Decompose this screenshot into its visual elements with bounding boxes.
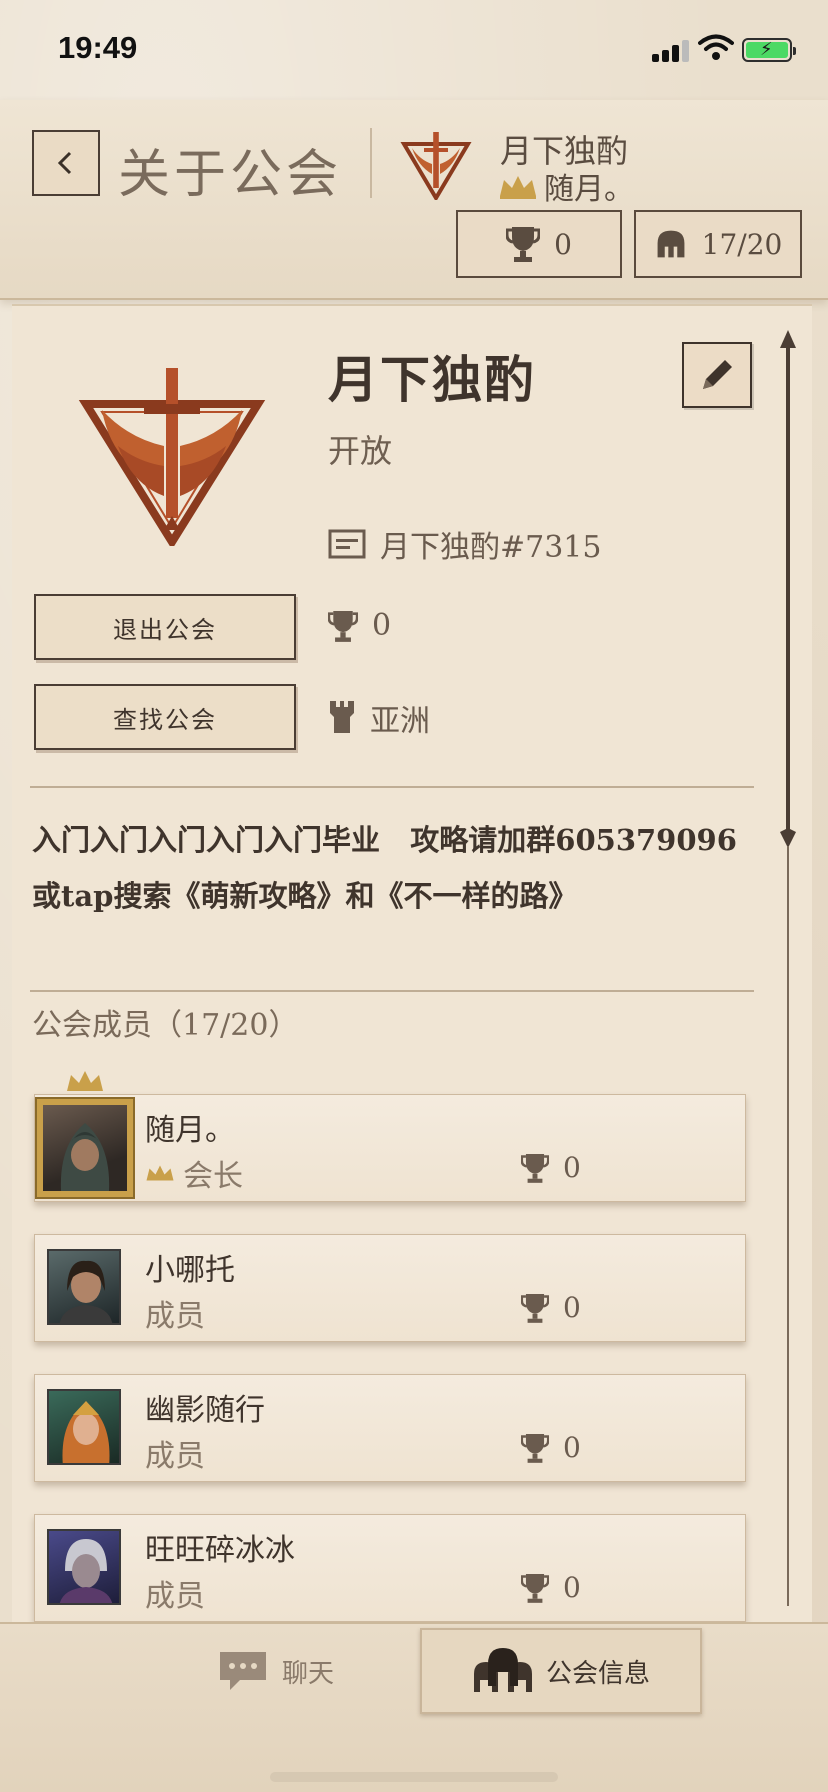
edit-guild-button[interactable] bbox=[682, 342, 752, 408]
cellular-signal-icon bbox=[652, 40, 692, 62]
wifi-icon bbox=[698, 34, 734, 60]
edit-icon bbox=[703, 360, 732, 389]
tab-chat[interactable]: 聊天 bbox=[150, 1628, 400, 1714]
avatar bbox=[35, 1097, 135, 1199]
member-trophies: 0 bbox=[521, 1571, 581, 1604]
header-member-count: 17/20 bbox=[701, 227, 783, 261]
tower-icon bbox=[330, 701, 354, 733]
guild-open-status: 开放 bbox=[328, 432, 393, 470]
member-role: 成员 bbox=[145, 1291, 205, 1335]
header-divider bbox=[370, 128, 372, 198]
member-trophies: 0 bbox=[521, 1291, 581, 1324]
header: 关于公会 月下独酌 随月。 0 17/20 bbox=[0, 100, 828, 300]
member-trophies: 0 bbox=[521, 1151, 581, 1184]
header-trophy-count: 0 bbox=[554, 227, 572, 261]
tab-guild-info[interactable]: 公会信息 bbox=[420, 1628, 702, 1714]
guild-tag: 月下独酌#7315 bbox=[380, 530, 602, 565]
status-bar: 19:49 ⚡ bbox=[0, 0, 828, 100]
member-trophy-count: 0 bbox=[563, 1431, 581, 1464]
home-indicator bbox=[270, 1772, 558, 1782]
status-time: 19:49 bbox=[58, 30, 138, 65]
member-role: 成员 bbox=[145, 1571, 205, 1615]
header-leader: 随月。 bbox=[498, 164, 634, 208]
battery-icon: ⚡ bbox=[742, 38, 796, 62]
trophy-icon bbox=[521, 1433, 549, 1463]
tab-chat-label: 聊天 bbox=[281, 1658, 334, 1689]
member-trophy-count: 0 bbox=[563, 1151, 581, 1184]
member-row[interactable]: 旺旺碎冰冰 成员 0 bbox=[34, 1514, 746, 1622]
avatar bbox=[47, 1249, 121, 1325]
avatar bbox=[47, 1529, 121, 1605]
divider bbox=[30, 786, 754, 788]
member-trophies: 0 bbox=[521, 1431, 581, 1464]
guild-trophy-count: 0 bbox=[372, 608, 392, 643]
member-role-label: 会长 bbox=[183, 1159, 243, 1194]
crown-icon bbox=[146, 1165, 174, 1181]
leave-guild-button[interactable]: 退出公会 bbox=[34, 594, 296, 660]
back-button[interactable] bbox=[32, 130, 100, 196]
scrollbar-thumb[interactable] bbox=[786, 346, 790, 836]
member-role: 会长 bbox=[145, 1151, 243, 1195]
trophy-icon bbox=[506, 227, 541, 262]
member-name: 小哪托 bbox=[145, 1253, 235, 1288]
page-title: 关于公会 bbox=[118, 145, 343, 205]
header-trophy-stat: 0 bbox=[456, 210, 622, 278]
scroll-thumb-end-icon bbox=[780, 828, 796, 848]
guild-tag-row: 月下独酌#7315 bbox=[328, 522, 601, 566]
member-role-label: 成员 bbox=[145, 1439, 205, 1474]
crown-icon bbox=[67, 1071, 103, 1091]
avatar bbox=[47, 1389, 121, 1465]
guild-trophy-row: 0 bbox=[328, 608, 391, 643]
guild-emblem-icon bbox=[400, 132, 472, 200]
guild-info-panel: 月下独酌 开放 月下独酌#7315 退出公会 0 查找公会 亚洲 入门入门入门入… bbox=[12, 304, 812, 1622]
trophy-icon bbox=[521, 1293, 549, 1323]
guild-description: 入门入门入门入门入门毕业 攻略请加群605379096 或tap搜索《萌新攻略》… bbox=[32, 823, 758, 913]
member-role-label: 成员 bbox=[145, 1579, 205, 1614]
member-name: 旺旺碎冰冰 bbox=[145, 1533, 295, 1568]
member-trophy-count: 0 bbox=[563, 1291, 581, 1324]
back-arrow-icon bbox=[57, 151, 72, 175]
guild-region-row: 亚洲 bbox=[328, 696, 430, 740]
header-members-stat: 17/20 bbox=[634, 210, 802, 278]
trophy-icon bbox=[521, 1573, 549, 1603]
members-section-title: 公会成员（17/20） bbox=[32, 1008, 299, 1043]
find-guild-button[interactable]: 查找公会 bbox=[34, 684, 296, 750]
member-row[interactable]: 幽影随行 成员 0 bbox=[34, 1374, 746, 1482]
tab-guild-info-label: 公会信息 bbox=[545, 1658, 650, 1689]
guild-region: 亚洲 bbox=[370, 704, 430, 739]
chat-icon bbox=[219, 1652, 266, 1690]
helmet-icon bbox=[657, 230, 685, 258]
trophy-icon bbox=[328, 610, 358, 642]
guild-info-icon bbox=[473, 1648, 532, 1692]
member-name: 幽影随行 bbox=[145, 1393, 265, 1428]
member-name: 随月。 bbox=[145, 1113, 235, 1148]
guild-name: 月下独酌 bbox=[328, 350, 536, 409]
header-leader-name: 随月。 bbox=[544, 172, 634, 207]
scrollbar-track[interactable] bbox=[787, 846, 789, 1606]
member-trophy-count: 0 bbox=[563, 1571, 581, 1604]
divider bbox=[30, 990, 754, 992]
member-role-label: 成员 bbox=[145, 1299, 205, 1334]
guild-emblem-large-icon bbox=[78, 368, 266, 546]
member-role: 成员 bbox=[145, 1431, 205, 1475]
member-row[interactable]: 随月。 会长 0 bbox=[34, 1071, 746, 1202]
bottom-tab-bar: 聊天 公会信息 bbox=[0, 1622, 828, 1792]
trophy-icon bbox=[521, 1153, 549, 1183]
member-row[interactable]: 小哪托 成员 0 bbox=[34, 1234, 746, 1342]
id-card-icon bbox=[328, 529, 366, 559]
crown-icon bbox=[500, 176, 536, 199]
